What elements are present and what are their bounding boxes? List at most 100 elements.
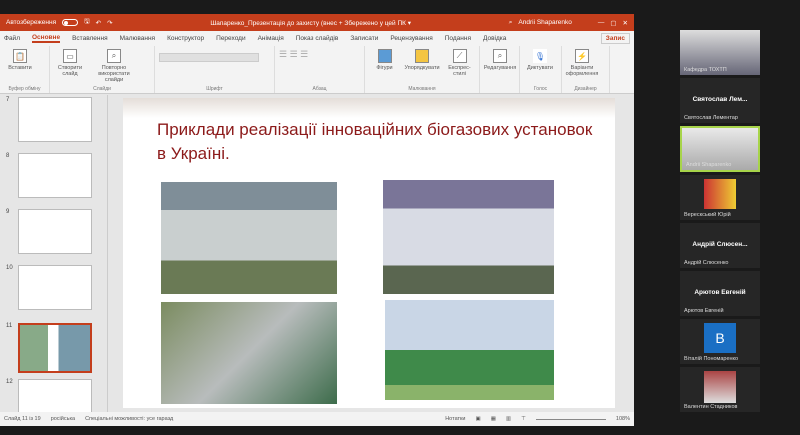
slide-thumbnail[interactable] [18,209,92,254]
bullets-icon[interactable]: ☰ ☰ ☰ [279,49,308,60]
biogas-plant-photo-3[interactable] [161,302,337,404]
dictate-button[interactable]: 🎙 Диктувати [524,49,556,71]
quick-styles-button[interactable]: ⟋ Експрес-стилі [444,49,475,77]
design-ideas-button[interactable]: ⚡ Варіанти оформлення [566,49,598,77]
normal-view-icon[interactable]: ▣ [476,416,481,422]
font-name-input[interactable] [159,53,259,62]
powerpoint-window: Автозбереження 🖫 ↶ ↷ Шапаренко_Презентац… [0,14,634,426]
paste-button[interactable]: 📋 Вставити [4,49,36,71]
save-icon[interactable]: 🖫 [84,17,90,28]
slide-thumbnail[interactable] [18,97,92,142]
thumb-number: 7 [6,97,10,103]
tab-home[interactable]: Основне [31,34,61,43]
thumb-number: 11 [6,323,13,329]
group-label: Абзац [312,86,327,92]
participant-avatar [704,371,736,403]
participant-display: Святослав Лем... [692,96,748,103]
editing-button[interactable]: ⌕ Редагування [484,49,516,71]
participant-name: Арютов Евгеній [684,308,724,314]
minimize-icon[interactable]: — [598,19,605,26]
status-bar: Слайд 11 із 19 російська Спеціальні можл… [0,412,634,426]
shapes-label: Фігури [376,65,393,71]
accessibility-status[interactable]: Спеціальні можливості: усе гаразд [85,416,173,422]
slide-thumbnail[interactable] [18,265,92,310]
slideshow-icon[interactable]: ⊤ [521,416,526,422]
thumb-number: 9 [6,209,10,215]
group-label: Дизайнер [574,86,597,92]
redo-icon[interactable]: ↷ [107,19,112,27]
zoom-level[interactable]: 108% [616,416,630,422]
reuse-slides-button[interactable]: ⌕ Повторно використати слайди [92,49,136,83]
new-slide-icon: ▭ [63,49,77,63]
biogas-plant-photo-4[interactable] [385,300,554,400]
notes-button[interactable]: Нотатки [445,416,465,422]
language[interactable]: російська [51,416,75,422]
arrange-button[interactable]: Упорядкувати [404,49,440,71]
reuse-slides-icon: ⌕ [107,49,121,63]
biogas-plant-photo-1[interactable] [161,182,337,294]
participant-display: Арютов Евгеній [694,289,746,296]
arrange-icon [415,49,429,63]
paste-label: Вставити [8,65,32,71]
tab-file[interactable]: Файл [4,35,20,42]
group-label: Буфер обміну [8,86,41,92]
slide-thumbnail-selected[interactable] [18,323,92,373]
dictate-label: Диктувати [527,65,553,71]
participant-tile-active-speaker[interactable]: Andrii Shaparenko [680,126,760,172]
search-icon: ⌕ [493,49,507,63]
group-paragraph: ☰ ☰ ☰ Абзац [275,46,365,93]
tab-record[interactable]: Записати [350,35,378,42]
participant-name: Andrii Shaparenko [686,162,732,168]
editing-label: Редагування [483,65,517,71]
tab-view[interactable]: Подання [445,35,471,42]
shapes-button[interactable]: Фігури [369,49,400,71]
slide-thumbnails-panel[interactable]: 7 8 9 10 11 12 [0,95,108,424]
tab-transitions[interactable]: Переходи [216,35,245,42]
autosave-toggle[interactable] [62,19,79,26]
tab-review[interactable]: Рецензування [390,35,432,42]
tab-help[interactable]: Довідка [483,35,506,42]
participant-tile[interactable]: Андрій Слюсен... Андрій Слюсенко [680,223,760,268]
reading-view-icon[interactable]: ▥ [506,416,511,422]
participant-name: Андрій Слюсенко [684,260,729,266]
tab-slideshow[interactable]: Показ слайдів [296,35,339,42]
participant-tile[interactable]: Верескський Юрій [680,175,760,220]
participant-tile[interactable]: Валентин Стадников [680,367,760,412]
slide-title[interactable]: Приклади реалізації інноваційних біогазо… [157,118,597,166]
title-bar: Автозбереження 🖫 ↶ ↷ Шапаренко_Презентац… [0,14,634,31]
tab-insert[interactable]: Вставлення [72,35,108,42]
biogas-plant-photo-2[interactable] [383,180,554,294]
group-label: Малювання [408,86,436,92]
undo-icon[interactable]: ↶ [96,19,101,27]
participant-avatar: B [704,323,736,353]
tab-design[interactable]: Конструктор [167,35,204,42]
close-icon[interactable]: ✕ [623,19,628,27]
tab-draw[interactable]: Малювання [120,35,155,42]
document-title[interactable]: Шапаренко_Презентація до захисту (внес +… [119,19,503,27]
group-designer: ⚡ Варіанти оформлення Дизайнер [562,46,610,93]
slide-sorter-icon[interactable]: ▦ [491,416,496,422]
thumb-number: 10 [6,265,13,271]
participant-name: Святослав Лементар [684,115,738,121]
slide-decoration [123,98,615,118]
slide-counter: Слайд 11 із 19 [4,416,41,422]
record-button[interactable]: Запис [600,33,630,44]
zoom-slider[interactable] [535,418,606,420]
slide-canvas[interactable]: Приклади реалізації інноваційних біогазо… [123,98,615,408]
new-slide-button[interactable]: ▭ Створити слайд [54,49,86,77]
participant-tile[interactable]: B Віталій Пономаренко [680,319,760,364]
participant-name: Верескський Юрій [684,212,731,218]
participant-tile[interactable]: Святослав Лем... Святослав Лементар [680,78,760,123]
ribbon-tabs: Файл Основне Вставлення Малювання Констр… [0,31,634,46]
microphone-icon: 🎙 [533,49,547,63]
maximize-icon[interactable]: ▢ [610,19,616,27]
quick-styles-icon: ⟋ [452,49,467,63]
search-icon[interactable]: ⌕ [509,19,513,27]
participant-tile[interactable]: Арютов Евгеній Арютов Евгеній [680,271,760,316]
tab-animations[interactable]: Анімація [258,35,284,42]
group-slides: ▭ Створити слайд ⌕ Повторно використати сл… [50,46,155,93]
user-name[interactable]: Andrii Shaparenko [518,19,571,26]
quick-styles-label: Експрес-стилі [448,65,471,77]
participant-tile[interactable]: Кафедра ТОХТП [680,30,760,75]
slide-thumbnail[interactable] [18,153,92,198]
